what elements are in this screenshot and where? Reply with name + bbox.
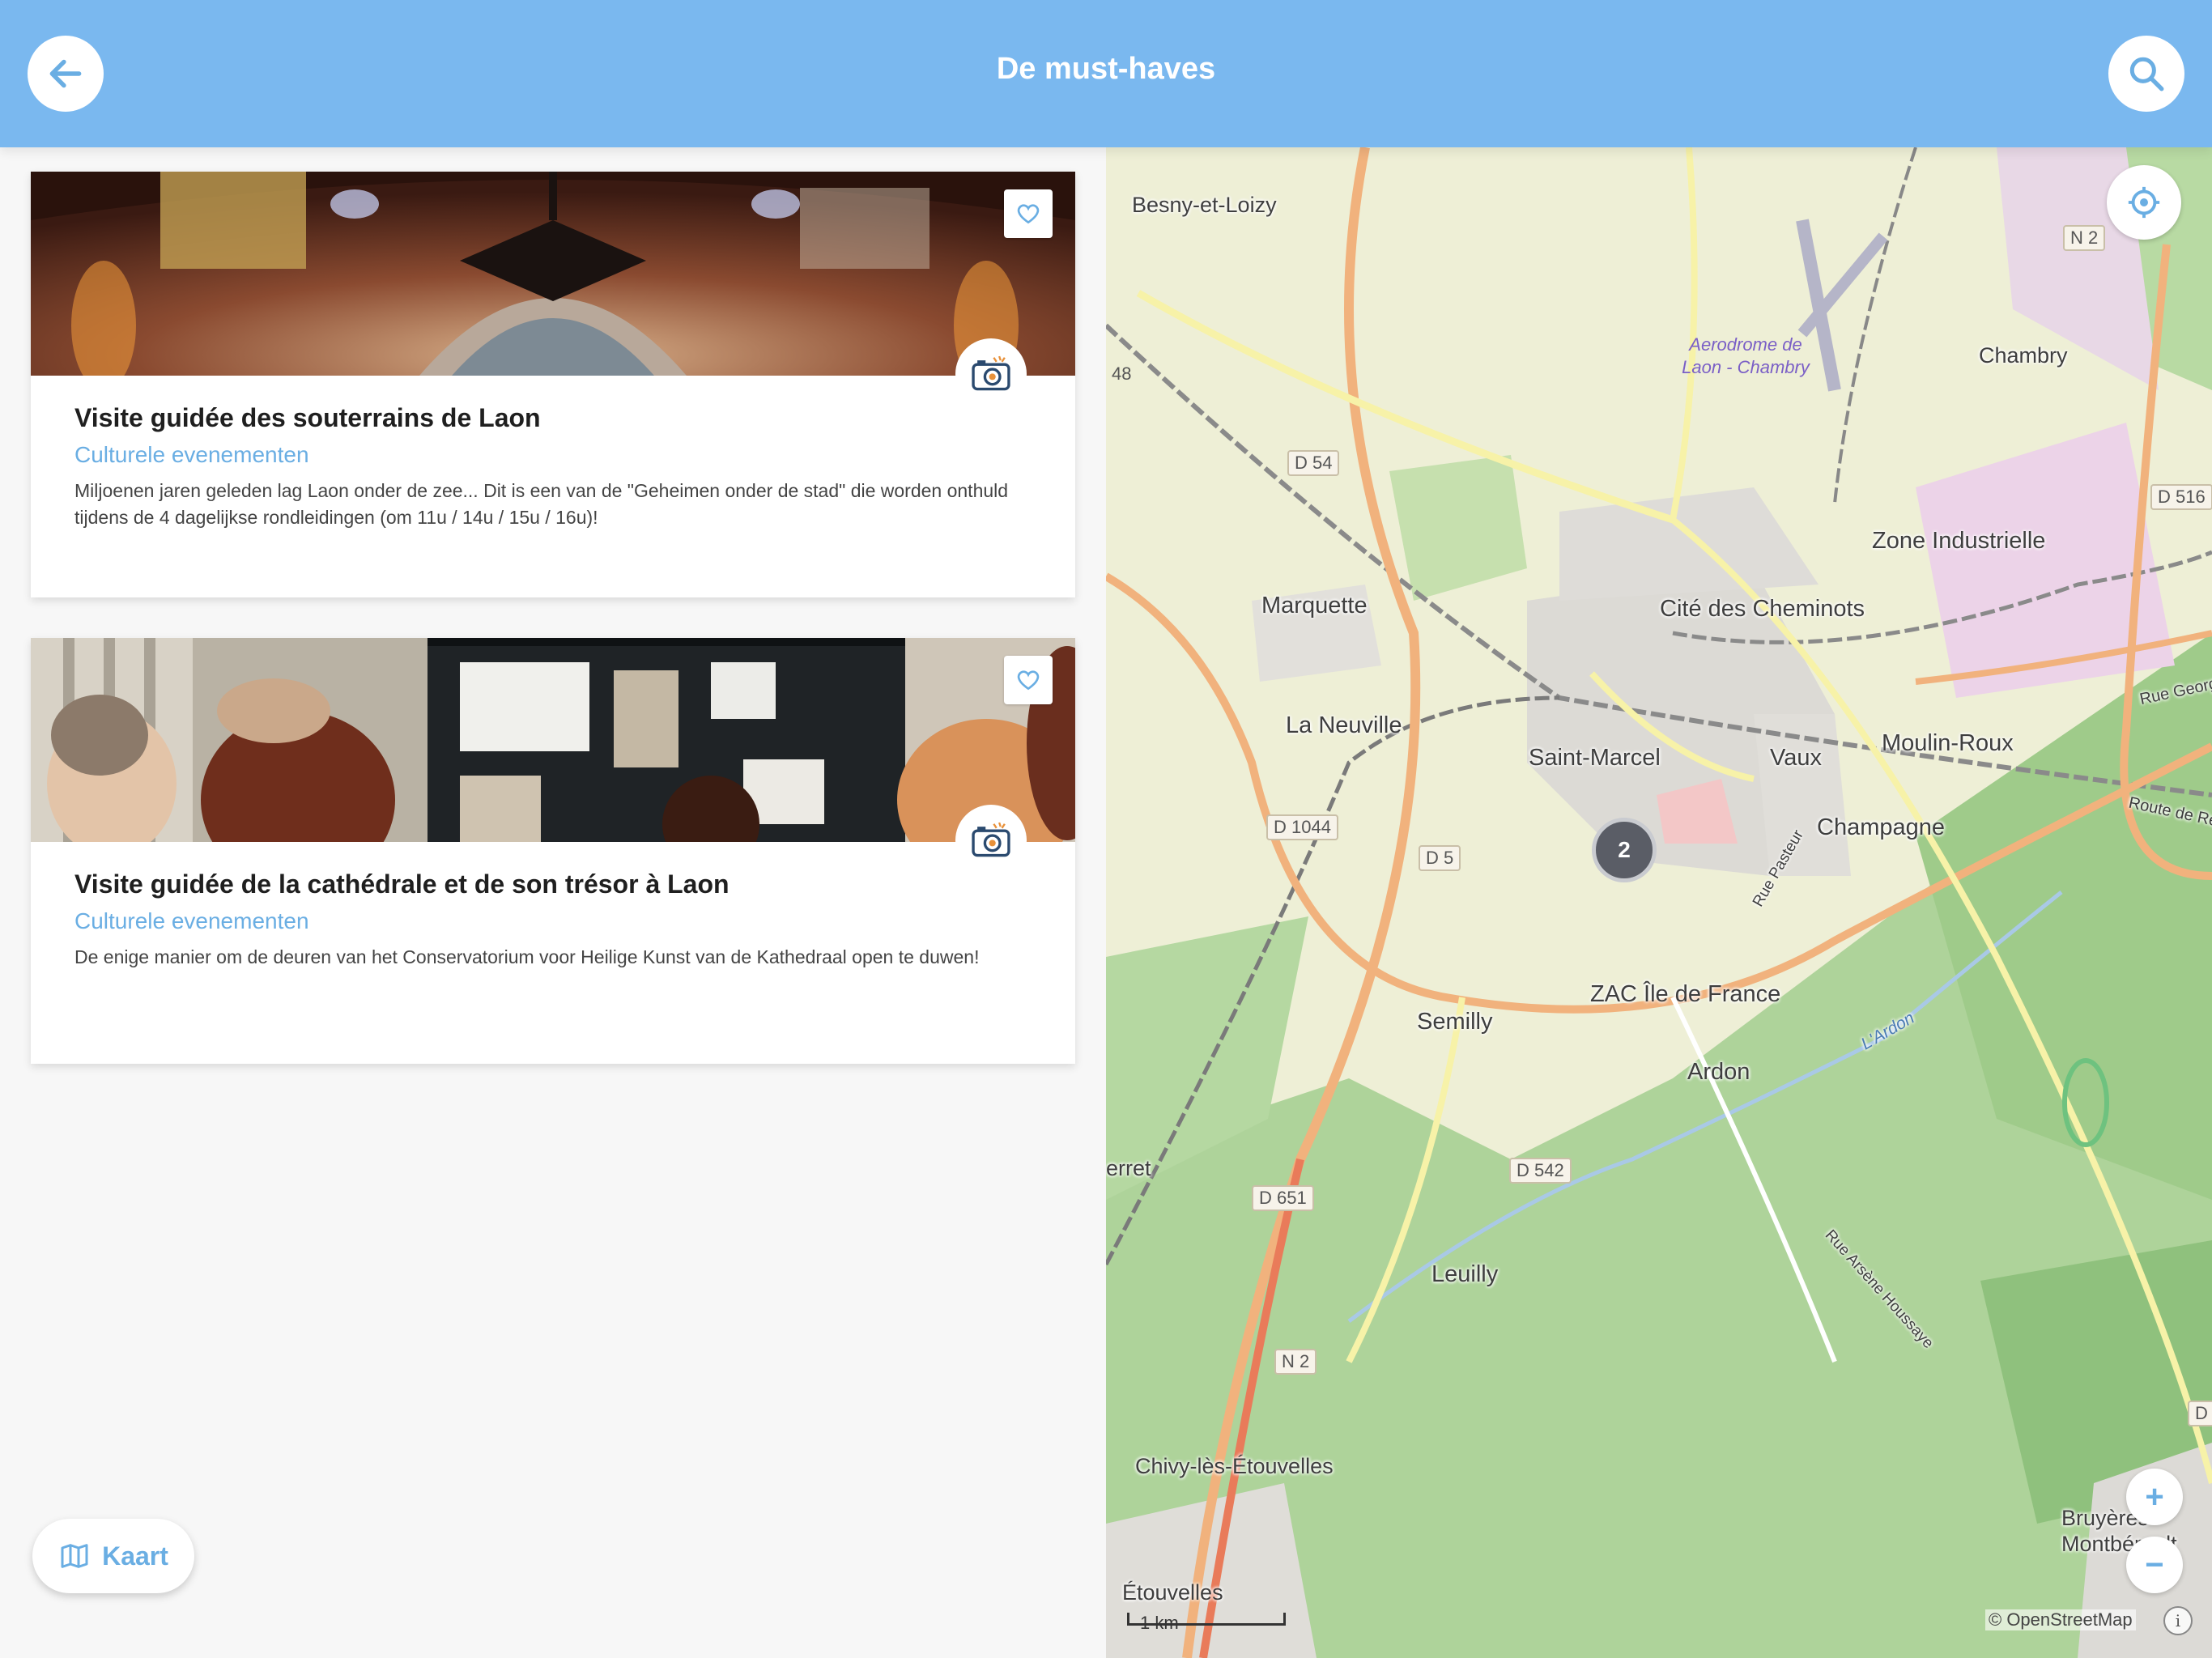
map-toggle-button[interactable]: Kaart xyxy=(32,1519,194,1593)
map-place-label: Leuilly xyxy=(1431,1261,1499,1287)
map-place-label: Étouvelles xyxy=(1122,1580,1223,1605)
page-title: De must-haves xyxy=(996,52,1216,86)
camera-badge xyxy=(955,338,1027,410)
map-place-label: erret xyxy=(1106,1156,1151,1180)
map-tiles xyxy=(1106,147,2212,1658)
map-attribution[interactable]: © OpenStreetMap xyxy=(1985,1609,2136,1630)
favorite-button[interactable] xyxy=(1004,189,1053,238)
map-scale-label: 1 km xyxy=(1140,1613,1179,1633)
card-category: Culturele evenementen xyxy=(74,442,309,467)
road-tag: N 2 xyxy=(2063,225,2106,251)
heart-icon xyxy=(1017,670,1040,691)
map-place-label: Vaux xyxy=(1770,745,1822,771)
map-cluster-marker[interactable]: 2 xyxy=(1592,818,1657,882)
camera-icon xyxy=(972,822,1010,857)
card-image xyxy=(31,638,1075,842)
map-place-label: Aerodrome de Laon - Chambry xyxy=(1682,334,1810,377)
map-place-label: Cité des Cheminots xyxy=(1660,596,1865,622)
zoom-in-button[interactable]: + xyxy=(2126,1469,2183,1525)
card-title: Visite guidée des souterrains de Laon xyxy=(74,403,541,432)
card-description: De enige manier om de deuren van het Con… xyxy=(74,946,980,967)
road-tag: D 542 xyxy=(1509,1158,1572,1184)
road-tag: D 516 xyxy=(2150,484,2212,510)
road-tag: D 2 xyxy=(2188,1401,2212,1426)
crosshair-icon xyxy=(2128,186,2160,219)
heart-icon xyxy=(1017,204,1040,224)
camera-badge xyxy=(955,805,1027,876)
card-title: Visite guidée de la cathédrale et de son… xyxy=(74,869,730,899)
card-description: Miljoenen jaren geleden lag Laon onder d… xyxy=(74,480,1009,528)
camera-icon xyxy=(972,355,1010,391)
map-place-label: Saint-Marcel xyxy=(1529,745,1661,771)
map-place-label: Champagne xyxy=(1817,814,1945,840)
map-place-label: Marquette xyxy=(1261,593,1368,619)
map-place-label: La Neuville xyxy=(1286,712,1402,738)
zoom-out-button[interactable]: − xyxy=(2126,1537,2183,1593)
map-view[interactable]: Besny-et-Loizy Chambry Aerodrome de Laon… xyxy=(1106,147,2212,1658)
road-tag: D 651 xyxy=(1252,1185,1314,1211)
search-button[interactable] xyxy=(2108,36,2184,112)
map-place-label: Moulin-Roux xyxy=(1882,730,2014,756)
info-icon[interactable]: i xyxy=(2163,1606,2193,1635)
results-list: Visite guidée des souterrains de Laon Cu… xyxy=(0,147,1106,1658)
result-card[interactable]: Visite guidée des souterrains de Laon Cu… xyxy=(31,172,1075,597)
map-place-label: ZAC Île de France xyxy=(1590,981,1781,1007)
map-place-label: Semilly xyxy=(1417,1009,1493,1035)
card-image xyxy=(31,172,1075,376)
road-tag: D 54 xyxy=(1287,450,1340,476)
map-place-label: Chivy-lès-Étouvelles xyxy=(1135,1454,1334,1478)
map-place-label: Chambry xyxy=(1979,343,2068,368)
map-place-label: Ardon xyxy=(1687,1059,1750,1085)
locate-me-button[interactable] xyxy=(2107,165,2181,240)
favorite-button[interactable] xyxy=(1004,656,1053,704)
map-icon xyxy=(61,1544,88,1568)
map-place-label: Besny-et-Loizy xyxy=(1132,193,1277,217)
road-tag: 48 xyxy=(1112,363,1132,384)
search-icon xyxy=(2129,57,2164,91)
card-category: Culturele evenementen xyxy=(74,908,309,933)
map-place-label: Zone Industrielle xyxy=(1872,528,2046,554)
app-header: De must-haves xyxy=(0,0,2212,147)
road-tag: N 2 xyxy=(1274,1349,1317,1375)
map-toggle-label: Kaart xyxy=(102,1541,168,1571)
road-tag: D 1044 xyxy=(1266,814,1338,840)
result-card[interactable]: Visite guidée de la cathédrale et de son… xyxy=(31,638,1075,1064)
road-tag: D 5 xyxy=(1419,845,1461,871)
